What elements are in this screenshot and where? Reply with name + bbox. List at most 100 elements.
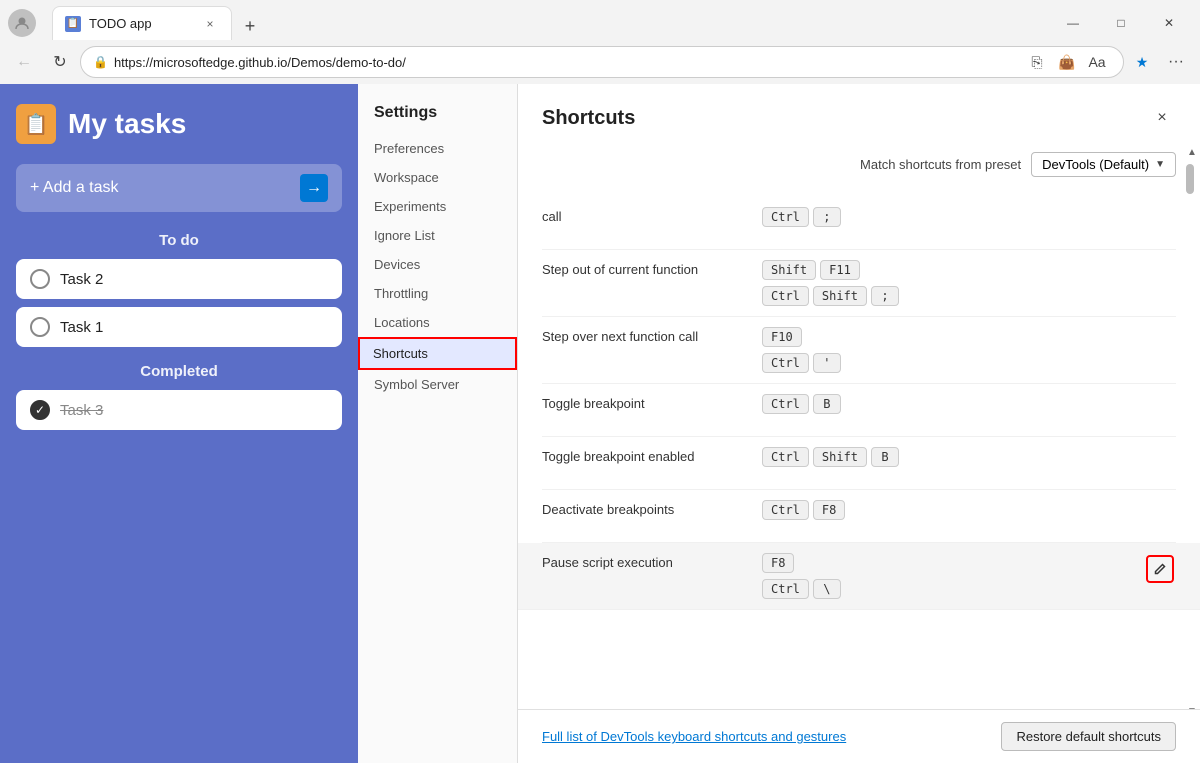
key-group: Ctrl ; — [762, 207, 1124, 227]
settings-panel: Settings Preferences Workspace Experimen… — [358, 84, 518, 763]
url-actions: ⎘ 👜 Aa — [1023, 48, 1111, 76]
sidebar-item-shortcuts[interactable]: Shortcuts — [358, 337, 517, 370]
shortcut-row-toggle-breakpoint: Toggle breakpoint Ctrl B — [542, 384, 1176, 437]
shortcut-row-pause-script: Pause script execution F8 Ctrl \ — [518, 543, 1200, 610]
main-content: 📋 My tasks + Add a task → To do Task 2 T… — [0, 84, 1200, 763]
shortcut-row-step-out: Step out of current function Shift F11 C… — [542, 250, 1176, 317]
sidebar-item-experiments[interactable]: Experiments — [358, 192, 517, 221]
sidebar-item-ignore-list[interactable]: Ignore List — [358, 221, 517, 250]
close-button[interactable]: ✕ — [1146, 8, 1192, 38]
key-f8: F8 — [813, 500, 845, 520]
todo-section-label: To do — [16, 232, 342, 249]
shortcut-action — [1144, 500, 1176, 532]
key-group: F10 — [762, 327, 1124, 347]
sidebar-item-symbol-server[interactable]: Symbol Server — [358, 370, 517, 399]
browser-chrome: 📋 TODO app × + — □ ✕ ← ↻ 🔒 https://micro… — [0, 0, 1200, 84]
task-checkbox-completed[interactable]: ✓ — [30, 400, 50, 420]
shortcut-name: Step over next function call — [542, 327, 742, 347]
wallet-icon[interactable]: 👜 — [1053, 48, 1081, 76]
shortcut-action — [1144, 260, 1176, 292]
shortcut-keys: F10 Ctrl ' — [762, 327, 1124, 373]
shortcut-keys: Ctrl ; — [762, 207, 1124, 227]
chevron-down-icon: ▼ — [1155, 159, 1165, 170]
profile-icon[interactable] — [8, 9, 36, 37]
shortcut-keys: Ctrl Shift B — [762, 447, 1124, 467]
sidebar-item-devices[interactable]: Devices — [358, 250, 517, 279]
active-tab[interactable]: 📋 TODO app × — [52, 6, 232, 40]
todo-sidebar: 📋 My tasks + Add a task → To do Task 2 T… — [0, 84, 358, 763]
list-item[interactable]: Task 1 — [16, 307, 342, 347]
key-f11: F11 — [820, 260, 860, 280]
task-name: Task 1 — [60, 319, 103, 336]
close-panel-button[interactable]: × — [1148, 104, 1176, 132]
key-ctrl: Ctrl — [762, 579, 809, 599]
tab-bar: 📋 TODO app × + — [44, 6, 272, 40]
maximize-button[interactable]: □ — [1098, 8, 1144, 38]
sidebar-item-workspace[interactable]: Workspace — [358, 163, 517, 192]
task-name: Task 2 — [60, 271, 103, 288]
task-checkbox[interactable] — [30, 269, 50, 289]
tab-close-button[interactable]: × — [201, 15, 219, 33]
shortcuts-panel: Shortcuts × Match shortcuts from preset … — [518, 84, 1200, 763]
add-task-button[interactable]: + Add a task → — [16, 164, 342, 212]
new-tab-button[interactable]: + — [236, 12, 264, 40]
read-aloud-icon[interactable]: Aa — [1083, 48, 1111, 76]
shortcut-keys: Ctrl F8 — [762, 500, 1124, 520]
list-item[interactable]: ✓ Task 3 — [16, 390, 342, 430]
split-icon[interactable]: ⎘ — [1023, 48, 1051, 76]
key-group: F8 — [762, 553, 1124, 573]
shortcut-edit-action[interactable] — [1144, 553, 1176, 585]
todo-task-list: Task 2 Task 1 — [16, 259, 342, 347]
scrollbar-thumb[interactable] — [1186, 164, 1194, 194]
minimize-button[interactable]: — — [1050, 8, 1096, 38]
key-shift: Shift — [813, 447, 867, 467]
key-ctrl: Ctrl — [762, 500, 809, 520]
shortcut-row-call: call Ctrl ; — [542, 197, 1176, 250]
url-text: https://microsoftedge.github.io/Demos/de… — [114, 55, 1017, 70]
edit-shortcut-button[interactable] — [1146, 555, 1174, 583]
restore-defaults-button[interactable]: Restore default shortcuts — [1001, 722, 1176, 751]
tab-favicon: 📋 — [65, 16, 81, 32]
key-group: Ctrl ' — [762, 353, 1124, 373]
key-group: Ctrl Shift B — [762, 447, 1124, 467]
key-semicolon: ; — [813, 207, 841, 227]
task-checkbox[interactable] — [30, 317, 50, 337]
preset-dropdown[interactable]: DevTools (Default) ▼ — [1031, 152, 1176, 177]
shortcut-row-toggle-breakpoint-enabled: Toggle breakpoint enabled Ctrl Shift B — [542, 437, 1176, 490]
key-ctrl: Ctrl — [762, 286, 809, 306]
key-b: B — [813, 394, 841, 414]
preset-row: Match shortcuts from preset DevTools (De… — [542, 152, 1176, 177]
shortcut-row-step-over: Step over next function call F10 Ctrl ' — [542, 317, 1176, 384]
shortcut-name: Step out of current function — [542, 260, 742, 280]
sidebar-item-locations[interactable]: Locations — [358, 308, 517, 337]
favorite-button[interactable]: ★ — [1128, 48, 1156, 76]
list-item[interactable]: Task 2 — [16, 259, 342, 299]
todo-app-icon: 📋 — [16, 104, 56, 144]
key-group: Ctrl Shift ; — [762, 286, 1124, 306]
preset-label: Match shortcuts from preset — [860, 157, 1021, 172]
devtools-shortcuts-link[interactable]: Full list of DevTools keyboard shortcuts… — [542, 729, 846, 744]
key-group: Shift F11 — [762, 260, 1124, 280]
url-bar[interactable]: 🔒 https://microsoftedge.github.io/Demos/… — [80, 46, 1124, 78]
sidebar-item-preferences[interactable]: Preferences — [358, 134, 517, 163]
shortcut-keys: Shift F11 Ctrl Shift ; — [762, 260, 1124, 306]
title-bar: 📋 TODO app × + — □ ✕ — [0, 0, 1200, 40]
window-controls: — □ ✕ — [1050, 8, 1192, 38]
task-name: Task 3 — [60, 402, 103, 419]
shortcut-name: Toggle breakpoint enabled — [542, 447, 742, 467]
scroll-up-button[interactable]: ▲ — [1184, 144, 1200, 160]
add-task-label: + Add a task — [30, 179, 119, 197]
key-f10: F10 — [762, 327, 802, 347]
more-tools-button[interactable]: ··· — [1160, 46, 1192, 78]
sidebar-item-throttling[interactable]: Throttling — [358, 279, 517, 308]
key-shift: Shift — [813, 286, 867, 306]
back-button[interactable]: ← — [8, 46, 40, 78]
todo-app-title: My tasks — [68, 108, 186, 140]
settings-title: Settings — [358, 96, 517, 134]
shortcut-keys: Ctrl B — [762, 394, 1124, 414]
key-ctrl: Ctrl — [762, 207, 809, 227]
key-semicolon: ; — [871, 286, 899, 306]
key-ctrl: Ctrl — [762, 447, 809, 467]
refresh-button[interactable]: ↻ — [44, 46, 76, 78]
shortcuts-footer: Full list of DevTools keyboard shortcuts… — [518, 709, 1200, 763]
